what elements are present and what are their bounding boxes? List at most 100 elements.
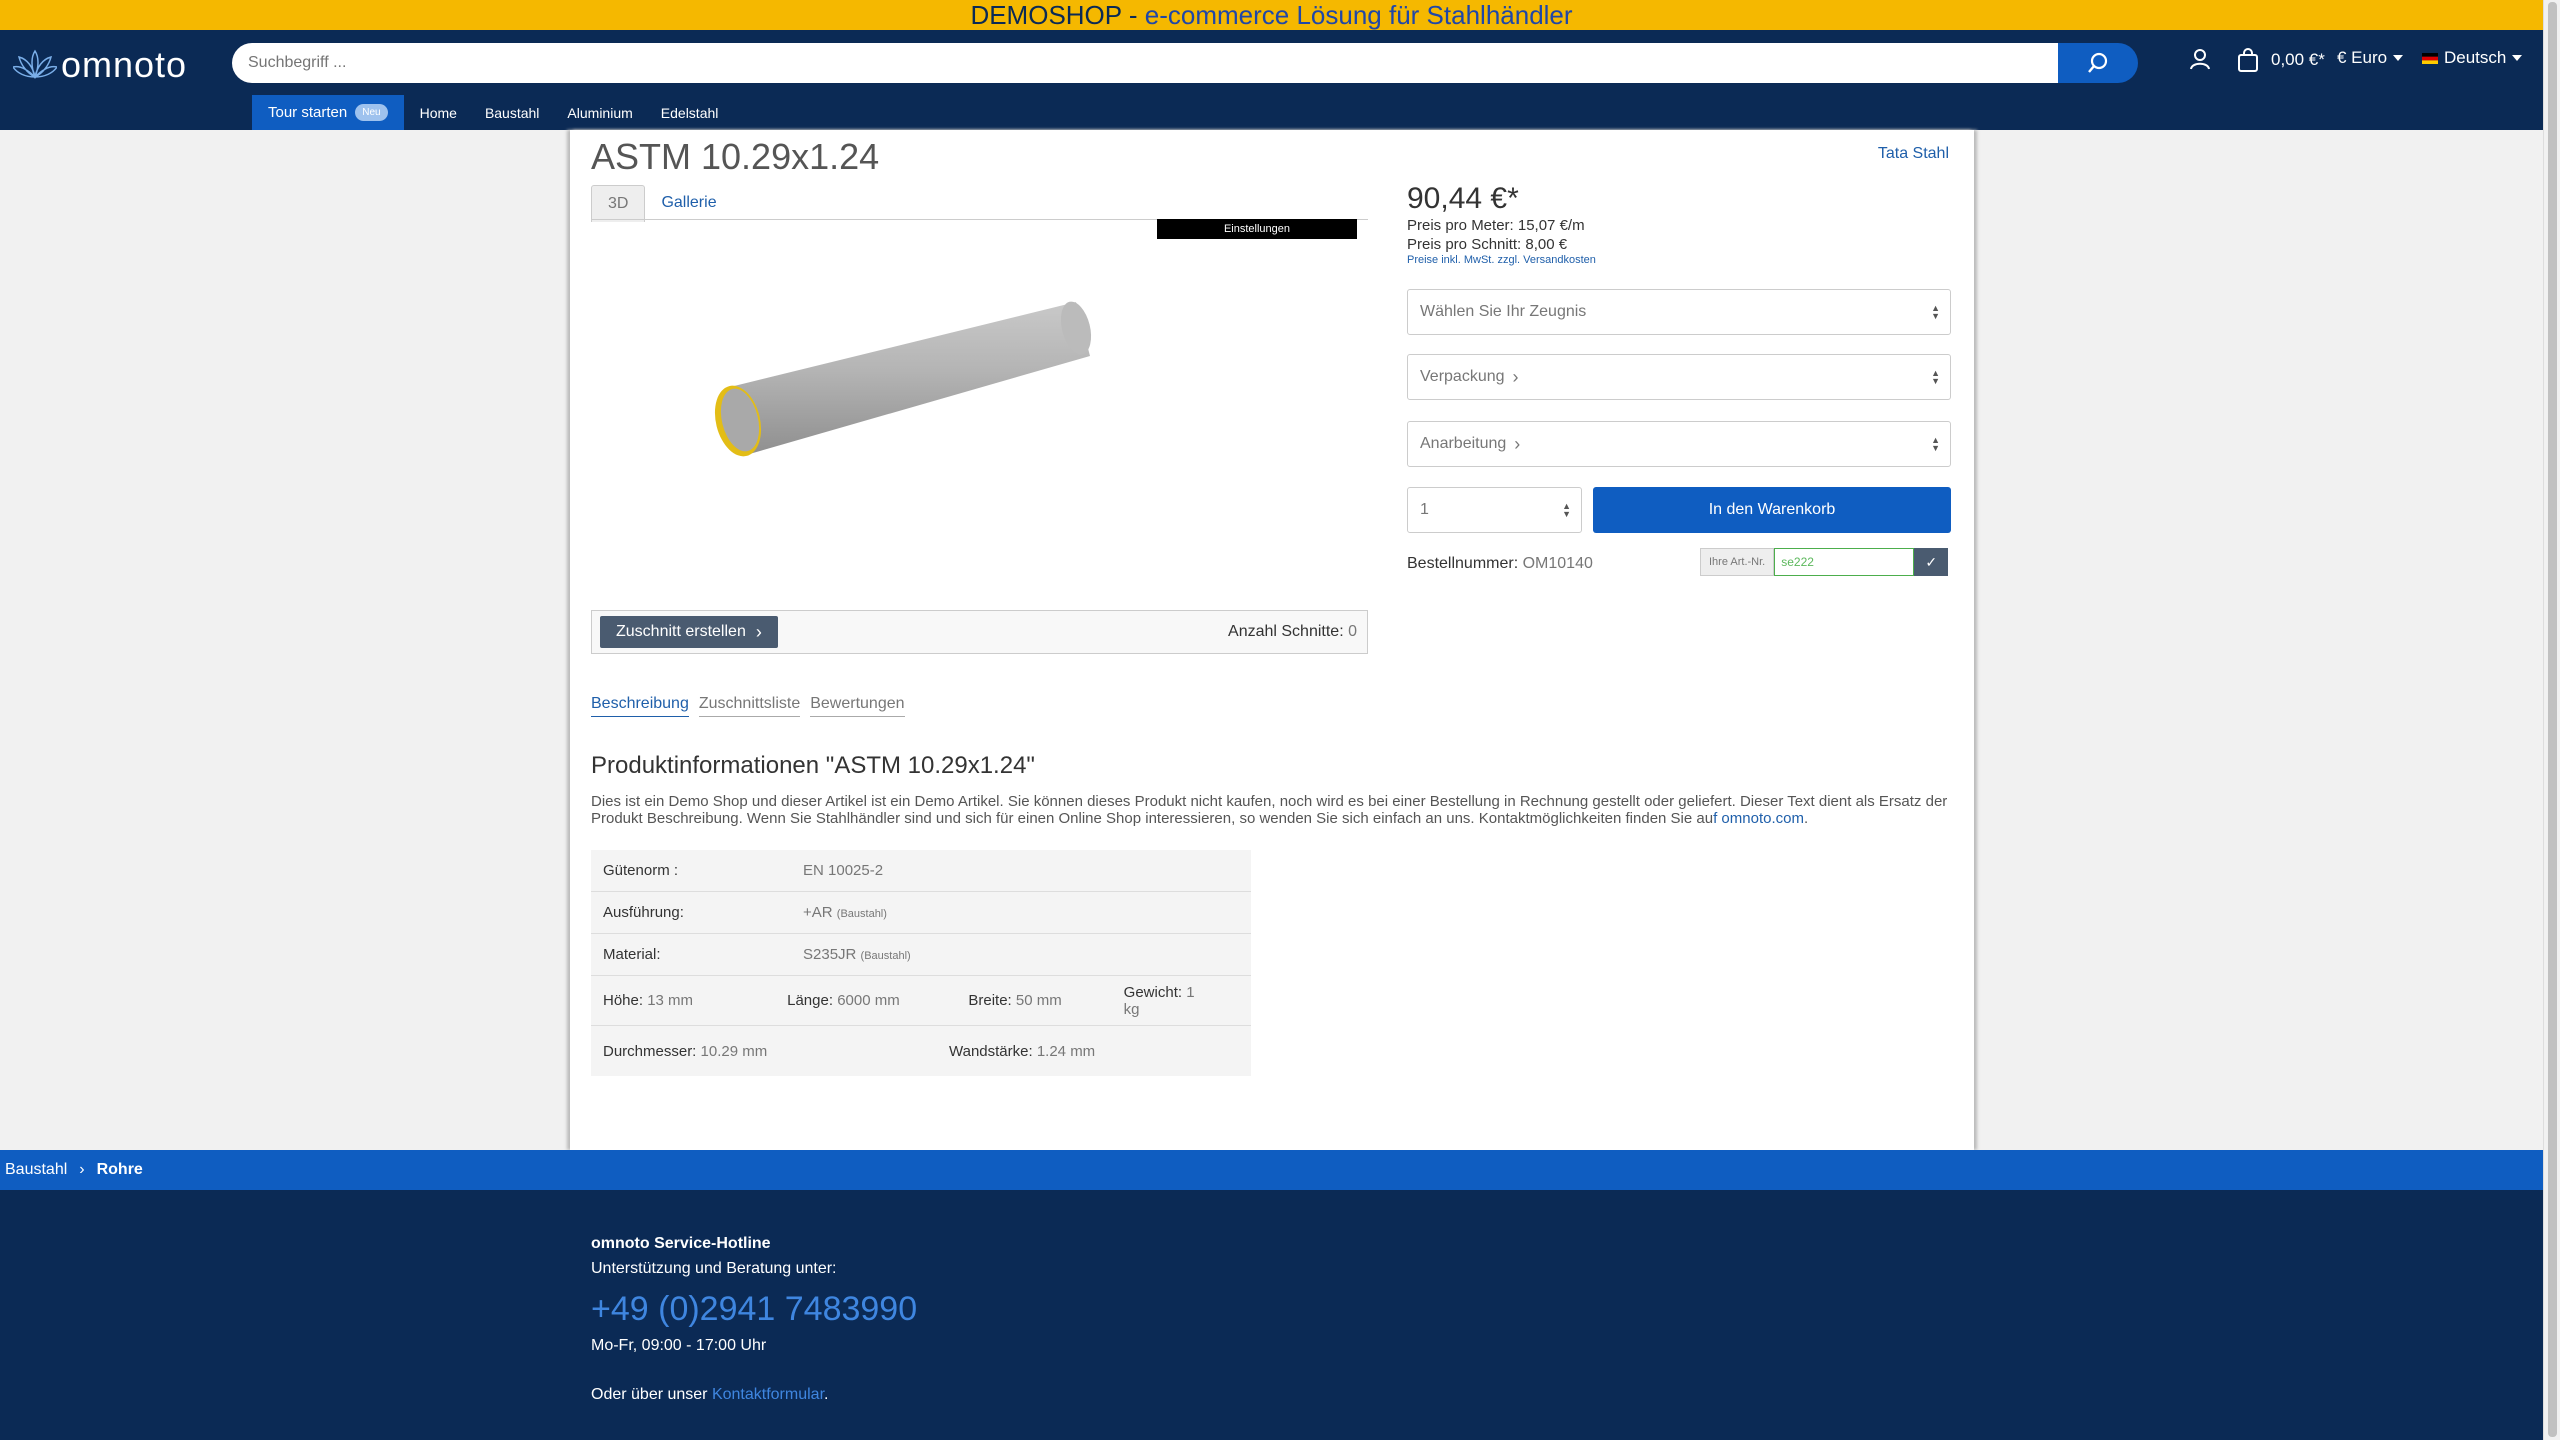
contact-end: . bbox=[824, 1386, 829, 1403]
packaging-select[interactable]: Verpackung › ▲ ▼ bbox=[1407, 354, 1951, 400]
contact-form-link[interactable]: Kontaktformular bbox=[712, 1386, 824, 1403]
hotline-phone[interactable]: +49 (0)2941 7483990 bbox=[591, 1290, 917, 1329]
spec-row: Material: S235JR (Baustahl) bbox=[591, 934, 1251, 976]
currency-label: € Euro bbox=[2337, 48, 2388, 67]
processing-select[interactable]: Anarbeitung › ▲ ▼ bbox=[1407, 421, 1951, 467]
processing-select-value: Anarbeitung bbox=[1420, 435, 1507, 452]
spec-value: 1.24 mm bbox=[1036, 1042, 1096, 1060]
create-cut-button[interactable]: Zuschnitt erstellen › bbox=[600, 616, 778, 648]
spec-value: 6000 mm bbox=[837, 992, 900, 1009]
shopping-bag-icon bbox=[2238, 48, 2258, 72]
add-to-cart-button[interactable]: In den Warenkorb bbox=[1593, 487, 1951, 533]
select-arrows-icon: ▲ ▼ bbox=[1931, 368, 1940, 386]
spec-wall-thickness: Wandstärke: 1.24 mm bbox=[949, 1043, 1095, 1060]
demo-banner: DEMOSHOP - e-commerce Lösung für Stahlhä… bbox=[0, 0, 2543, 30]
article-number-input[interactable]: se222 bbox=[1774, 548, 1915, 576]
logo-text: omnoto bbox=[61, 44, 188, 85]
cut-count-label: Anzahl Schnitte: bbox=[1228, 623, 1344, 640]
tab-description[interactable]: Beschreibung bbox=[591, 695, 689, 717]
spec-value-sub: (Baustahl) bbox=[836, 908, 887, 920]
language-dropdown[interactable]: Deutsch bbox=[2422, 48, 2523, 68]
spec-value-sub: (Baustahl) bbox=[860, 950, 911, 962]
account-button[interactable] bbox=[2190, 48, 2210, 70]
price-per-cut: Preis pro Schnitt: 8,00 € bbox=[1407, 236, 1568, 253]
contact-line: Oder über unser Kontaktformular. bbox=[591, 1386, 828, 1404]
language-label: Deutsch bbox=[2444, 48, 2507, 67]
tab-3d[interactable]: 3D bbox=[591, 185, 646, 222]
currency-dropdown[interactable]: € Euro bbox=[2337, 48, 2404, 68]
spec-value-main: S235JR bbox=[803, 946, 857, 963]
spec-row: Ausführung: +AR (Baustahl) bbox=[591, 892, 1251, 934]
tour-label: Tour starten bbox=[268, 104, 348, 121]
spec-value: 10.29 mm bbox=[700, 1042, 768, 1060]
hotline-title: omnoto Service-Hotline bbox=[591, 1235, 771, 1252]
tour-start-button[interactable]: Tour starten Neu bbox=[252, 95, 404, 130]
select-arrows-icon: ▲ ▼ bbox=[1931, 303, 1940, 321]
cut-count-value: 0 bbox=[1348, 623, 1357, 640]
chevron-right-icon: › bbox=[79, 1161, 85, 1178]
chevron-right-icon: › bbox=[1512, 366, 1519, 387]
order-number: Bestellnummer: OM10140 bbox=[1407, 555, 1593, 573]
brand-link[interactable]: Tata Stahl bbox=[1878, 145, 1949, 163]
quantity-value: 1 bbox=[1420, 501, 1429, 518]
view-tabs: 3D Gallerie bbox=[591, 185, 733, 222]
spec-value: 50 mm bbox=[1015, 992, 1062, 1009]
search-button[interactable] bbox=[2058, 43, 2138, 83]
viewer-settings-button[interactable]: Einstellungen bbox=[1157, 219, 1357, 239]
spec-length: Länge: 6000 mm bbox=[787, 992, 928, 1009]
confirm-article-number-button[interactable]: ✓ bbox=[1914, 548, 1949, 576]
spec-label: Länge: bbox=[787, 992, 834, 1009]
search-input[interactable] bbox=[232, 43, 2058, 83]
packaging-select-value: Verpackung bbox=[1420, 368, 1505, 385]
spec-value: 13 mm bbox=[647, 992, 694, 1009]
nav-home[interactable]: Home bbox=[420, 105, 457, 121]
search-box bbox=[232, 43, 2058, 83]
article-number-form: Ihre Art.-Nr. se222 ✓ bbox=[1700, 548, 1949, 576]
banner-subtext: e-commerce Lösung für Stahlhändler bbox=[1144, 0, 1573, 30]
breadcrumb-baustahl[interactable]: Baustahl bbox=[5, 1161, 67, 1179]
spec-label: Durchmesser: bbox=[603, 1042, 697, 1060]
omnoto-link[interactable]: f omnoto.com bbox=[1713, 810, 1804, 827]
order-number-label: Bestellnummer: bbox=[1407, 555, 1519, 572]
nav-edelstahl[interactable]: Edelstahl bbox=[661, 105, 719, 121]
nav-aluminium[interactable]: Aluminium bbox=[567, 105, 632, 121]
breadcrumb-rohre[interactable]: Rohre bbox=[97, 1161, 143, 1179]
header: omnoto 0,00 €* € Euro Deutsch Tour start… bbox=[0, 30, 2543, 130]
footer: omnoto Service-Hotline Unterstützung und… bbox=[0, 1190, 2543, 1440]
cut-toolbar: Zuschnitt erstellen › Anzahl Schnitte: 0 bbox=[591, 610, 1368, 654]
price-note-link[interactable]: Preise inkl. MwSt. zzgl. Versandkosten bbox=[1407, 254, 1596, 266]
spec-label: Ausführung: bbox=[603, 904, 684, 921]
page-scrollbar[interactable] bbox=[2543, 0, 2560, 1440]
order-number-value: OM10140 bbox=[1522, 555, 1593, 572]
breadcrumb: Baustahl › Rohre bbox=[0, 1150, 2543, 1190]
certificate-select-value: Wählen Sie Ihr Zeugnis bbox=[1420, 303, 1587, 320]
logo[interactable]: omnoto bbox=[13, 44, 187, 86]
banner-text: DEMOSHOP - bbox=[970, 0, 1145, 30]
certificate-select[interactable]: Wählen Sie Ihr Zeugnis ▲ ▼ bbox=[1407, 289, 1951, 335]
spec-row-dimensions: Höhe: 13 mm Länge: 6000 mm Breite: 50 mm… bbox=[591, 976, 1251, 1026]
tab-reviews[interactable]: Bewertungen bbox=[810, 695, 905, 717]
spec-label: Gewicht: bbox=[1123, 983, 1183, 1001]
create-cut-label: Zuschnitt erstellen bbox=[616, 623, 746, 640]
chevron-down-icon bbox=[2512, 55, 2523, 61]
spec-label: Breite: bbox=[968, 992, 1012, 1009]
spec-height: Höhe: 13 mm bbox=[603, 992, 747, 1009]
chevron-down-icon bbox=[2393, 55, 2404, 61]
description-end: . bbox=[1803, 810, 1809, 827]
tab-cut-list[interactable]: Zuschnittsliste bbox=[698, 695, 801, 717]
chevron-right-icon: › bbox=[755, 621, 762, 642]
tab-gallery[interactable]: Gallerie bbox=[645, 185, 732, 222]
pipe-3d-model[interactable] bbox=[690, 290, 1170, 490]
product-page: ASTM 10.29x1.24 Tata Stahl 3D Gallerie E… bbox=[570, 130, 1974, 1150]
spec-value: EN 10025-2 bbox=[803, 862, 884, 879]
price-info: Preis pro Meter: 15,07 €/m Preis pro Sch… bbox=[1407, 216, 1596, 266]
cut-count: Anzahl Schnitte: 0 bbox=[1228, 623, 1357, 641]
quantity-select[interactable]: 1 ▲ ▼ bbox=[1407, 487, 1582, 533]
spec-diameter: Durchmesser: 10.29 mm bbox=[603, 1043, 909, 1060]
detail-tabs: Beschreibung Zuschnittsliste Bewertungen bbox=[591, 695, 915, 717]
check-icon: ✓ bbox=[1925, 553, 1938, 570]
nav-baustahl[interactable]: Baustahl bbox=[485, 105, 539, 121]
spec-label: Höhe: bbox=[603, 992, 644, 1009]
scrollbar-thumb[interactable] bbox=[2548, 2, 2557, 1437]
cart-button[interactable]: 0,00 €* bbox=[2237, 48, 2325, 72]
